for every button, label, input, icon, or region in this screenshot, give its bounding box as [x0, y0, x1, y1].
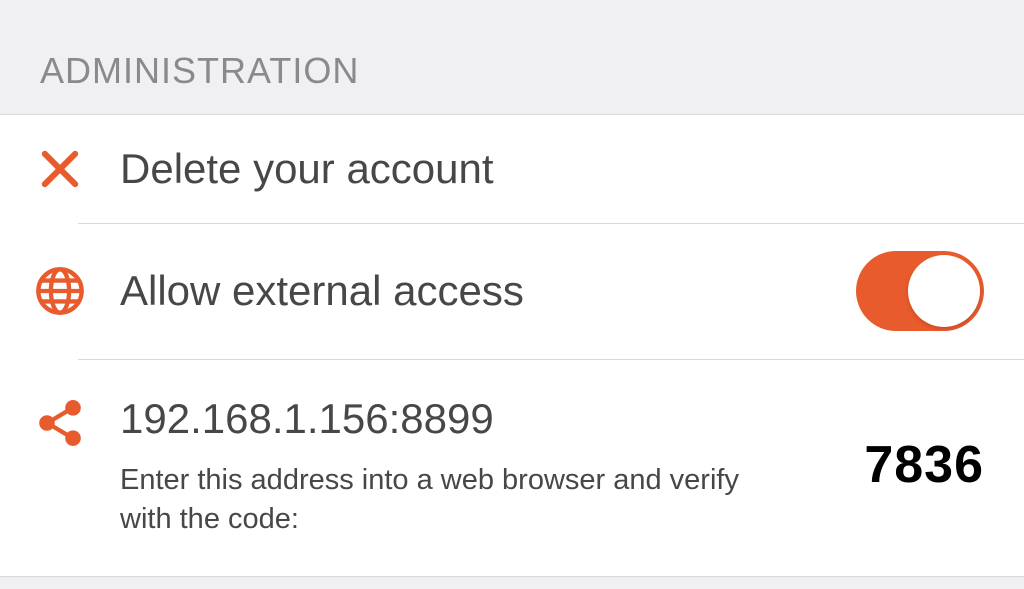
address-row[interactable]: 192.168.1.156:8899 Enter this address in… — [0, 359, 1024, 576]
delete-account-row[interactable]: Delete your account — [0, 115, 1024, 223]
delete-account-label: Delete your account — [120, 145, 984, 193]
close-icon — [0, 143, 120, 195]
globe-icon — [0, 265, 120, 317]
external-access-row: Allow external access — [0, 223, 1024, 359]
share-icon — [0, 395, 120, 449]
external-access-label: Allow external access — [120, 267, 836, 315]
external-access-toggle[interactable] — [856, 251, 984, 331]
section-header: ADMINISTRATION — [0, 0, 1024, 114]
address-help-text: Enter this address into a web browser an… — [120, 461, 760, 539]
verification-code: 7836 — [864, 435, 984, 495]
settings-list: Delete your account Allow external acces… — [0, 114, 1024, 577]
address-value: 192.168.1.156:8899 — [120, 395, 844, 443]
